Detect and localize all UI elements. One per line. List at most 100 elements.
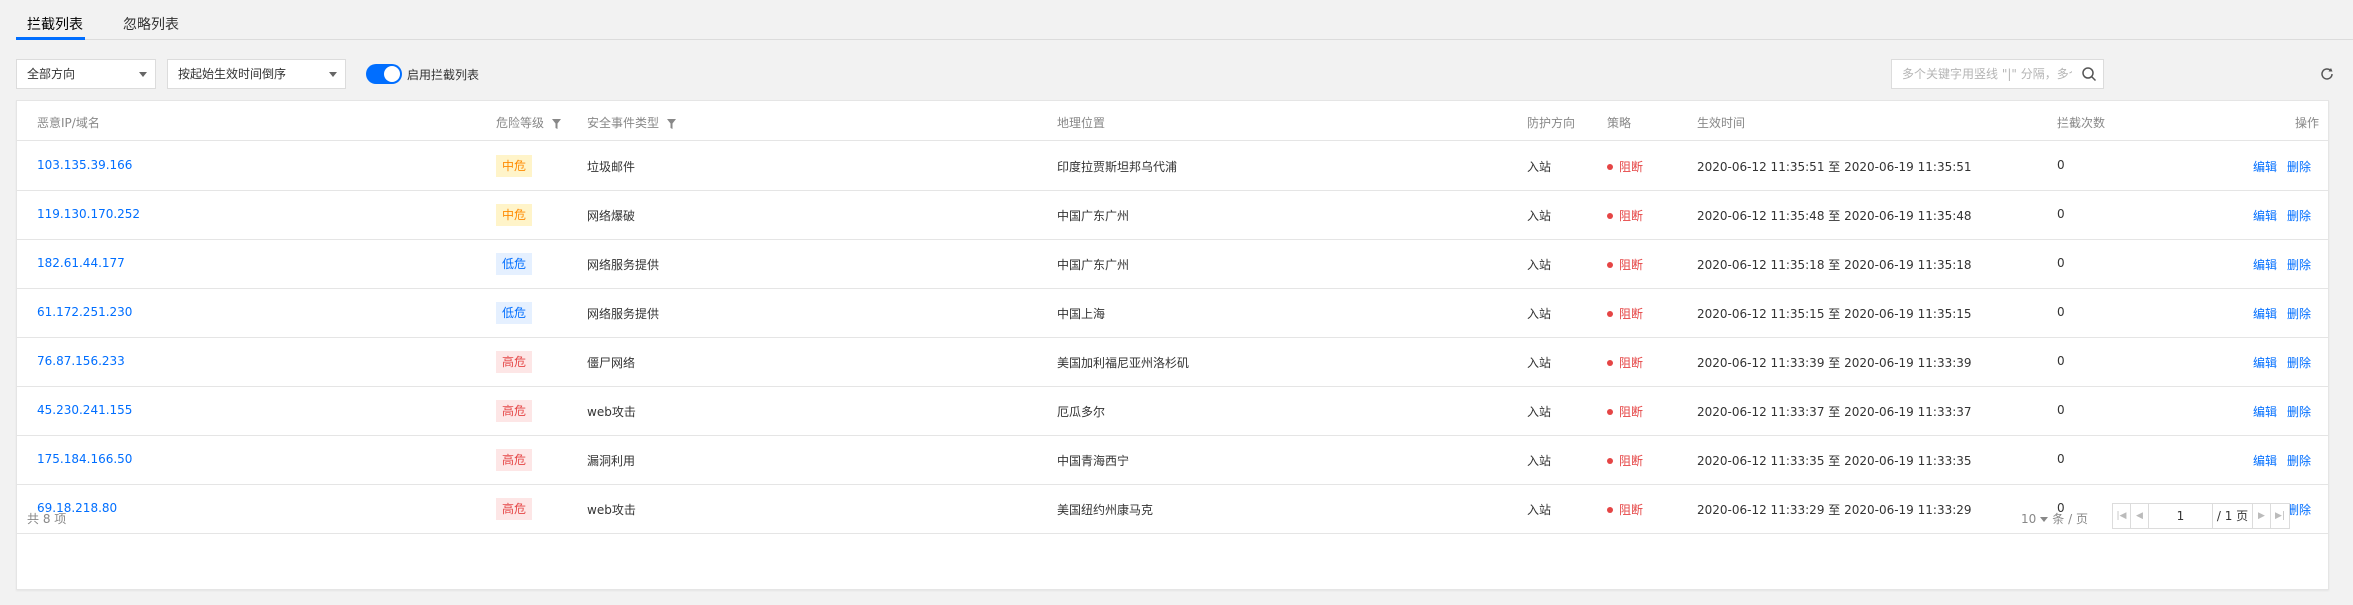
last-page-icon[interactable]: ▶| [2271, 504, 2289, 528]
block-count: 0 [2057, 354, 2065, 368]
edit-link[interactable]: 编辑 [2253, 158, 2277, 175]
page-number-input[interactable] [2149, 504, 2213, 528]
protection-direction: 入站 [1527, 356, 1552, 370]
search-icon[interactable] [2081, 66, 2097, 82]
delete-link[interactable]: 删除 [2287, 403, 2311, 420]
risk-level-badge: 低危 [496, 302, 533, 324]
header-type[interactable]: 安全事件类型 [587, 114, 676, 131]
location: 中国广东广州 [1057, 209, 1130, 223]
ip-link[interactable]: 61.172.251.230 [37, 305, 132, 319]
table-row: 175.184.166.50 高危 漏洞利用 中国青海西宁 入站 阻断 2020-06-12… [17, 436, 2328, 485]
location: 中国上海 [1057, 307, 1106, 321]
strategy-status: 阻断 [1607, 256, 1643, 273]
ip-link[interactable]: 45.230.241.155 [37, 403, 132, 417]
ip-link[interactable]: 103.135.39.166 [37, 158, 132, 172]
sort-select-value: 按起始生效时间倒序 [178, 67, 287, 81]
edit-link[interactable]: 编辑 [2253, 256, 2277, 273]
risk-level-badge: 高危 [496, 351, 533, 373]
prev-page-icon[interactable]: ◀ [2131, 504, 2149, 528]
strategy-label: 阻断 [1619, 405, 1644, 419]
edit-link[interactable]: 编辑 [2253, 403, 2277, 420]
strategy-status: 阻断 [1607, 452, 1643, 469]
tab-bar: 拦截列表 忽略列表 [16, 0, 2353, 40]
location: 印度拉贾斯坦邦乌代浦 [1057, 160, 1178, 174]
header-level[interactable]: 危险等级 [496, 114, 561, 131]
ip-link[interactable]: 119.130.170.252 [37, 207, 140, 221]
strategy-status: 阻断 [1607, 207, 1643, 224]
block-count: 0 [2057, 305, 2065, 319]
header-type-label: 安全事件类型 [587, 116, 660, 130]
total-pages: / 1 页 [2213, 504, 2253, 528]
pagination: |◀ ◀ / 1 页 ▶ ▶| [2112, 503, 2290, 529]
header-time: 生效时间 [1697, 116, 1746, 130]
effective-time: 2020-06-12 11:33:39 至 2020-06-19 11:33:3… [1697, 356, 1972, 370]
chevron-down-icon [2040, 517, 2049, 522]
header-location: 地理位置 [1057, 116, 1106, 130]
strategy-label: 阻断 [1619, 307, 1644, 321]
table-row: 103.135.39.166 中危 垃圾邮件 印度拉贾斯坦邦乌代浦 入站 阻断 2020-0… [17, 142, 2328, 191]
header-ip: 恶意IP/域名 [37, 116, 100, 130]
chevron-down-icon [139, 72, 147, 77]
block-count: 0 [2057, 452, 2065, 466]
toggle-knob [384, 66, 400, 82]
direction-select[interactable]: 全部方向 [16, 59, 156, 89]
protection-direction: 入站 [1527, 258, 1552, 272]
edit-link[interactable]: 编辑 [2253, 305, 2277, 322]
active-tab-indicator [16, 37, 85, 40]
page-size-select[interactable]: 10 条 / 页 [2021, 510, 2088, 527]
table-row: 76.87.156.233 高危 僵尸网络 美国加利福尼亚州洛杉矶 入站 阻断 2020-0… [17, 338, 2328, 387]
ip-link[interactable]: 76.87.156.233 [37, 354, 125, 368]
protection-direction: 入站 [1527, 307, 1552, 321]
page-size-value: 10 [2021, 512, 2037, 526]
edit-link[interactable]: 编辑 [2253, 354, 2277, 371]
header-direction: 防护方向 [1527, 116, 1576, 130]
refresh-icon[interactable] [2318, 65, 2336, 83]
event-type: 网络爆破 [587, 209, 636, 223]
effective-time: 2020-06-12 11:35:18 至 2020-06-19 11:35:1… [1697, 258, 1972, 272]
ip-link[interactable]: 182.61.44.177 [37, 256, 125, 270]
delete-link[interactable]: 删除 [2287, 452, 2311, 469]
header-strategy: 策略 [1607, 116, 1632, 130]
status-dot-icon [1607, 408, 1613, 415]
effective-time: 2020-06-12 11:33:35 至 2020-06-19 11:33:3… [1697, 454, 1972, 468]
header-action: 操作 [2295, 116, 2320, 130]
sort-select[interactable]: 按起始生效时间倒序 [167, 59, 346, 89]
delete-link[interactable]: 删除 [2287, 305, 2311, 322]
toggle-label: 启用拦截列表 [407, 68, 480, 82]
delete-link[interactable]: 删除 [2287, 354, 2311, 371]
status-dot-icon [1607, 163, 1613, 170]
edit-link[interactable]: 编辑 [2253, 452, 2277, 469]
filter-icon[interactable] [666, 118, 676, 129]
effective-time: 2020-06-12 11:33:37 至 2020-06-19 11:33:3… [1697, 405, 1972, 419]
strategy-status: 阻断 [1607, 158, 1643, 175]
risk-level-badge: 高危 [496, 400, 533, 422]
event-type: web攻击 [587, 405, 636, 419]
strategy-status: 阻断 [1607, 403, 1643, 420]
tab-block-list[interactable]: 拦截列表 [27, 14, 83, 34]
edit-link[interactable]: 编辑 [2253, 207, 2277, 224]
delete-link[interactable]: 删除 [2287, 158, 2311, 175]
table-row: 119.130.170.252 中危 网络爆破 中国广东广州 入站 阻断 2020-06-1… [17, 191, 2328, 240]
tab-ignore-list[interactable]: 忽略列表 [123, 14, 179, 34]
first-page-icon[interactable]: |◀ [2113, 504, 2131, 528]
next-page-icon[interactable]: ▶ [2253, 504, 2271, 528]
search-input[interactable] [1892, 60, 2072, 88]
strategy-status: 阻断 [1607, 305, 1643, 322]
enable-block-list-toggle[interactable] [366, 64, 402, 84]
status-dot-icon [1607, 261, 1613, 268]
delete-link[interactable]: 删除 [2287, 256, 2311, 273]
risk-level-badge: 高危 [496, 449, 533, 471]
block-count: 0 [2057, 158, 2065, 172]
ip-link[interactable]: 175.184.166.50 [37, 452, 132, 466]
block-count: 0 [2057, 207, 2065, 221]
status-dot-icon [1607, 310, 1613, 317]
effective-time: 2020-06-12 11:35:48 至 2020-06-19 11:35:4… [1697, 209, 1972, 223]
filter-icon[interactable] [551, 118, 561, 129]
location: 厄瓜多尔 [1057, 405, 1106, 419]
table-header: 恶意IP/域名 危险等级 安全事件类型 地理位置 防护方向 策略 生效时间 拦截… [17, 101, 2328, 141]
protection-direction: 入站 [1527, 454, 1552, 468]
delete-link[interactable]: 删除 [2287, 207, 2311, 224]
strategy-status: 阻断 [1607, 354, 1643, 371]
event-type: 僵尸网络 [587, 356, 636, 370]
table-row: 61.172.251.230 低危 网络服务提供 中国上海 入站 阻断 2020-06-12… [17, 289, 2328, 338]
